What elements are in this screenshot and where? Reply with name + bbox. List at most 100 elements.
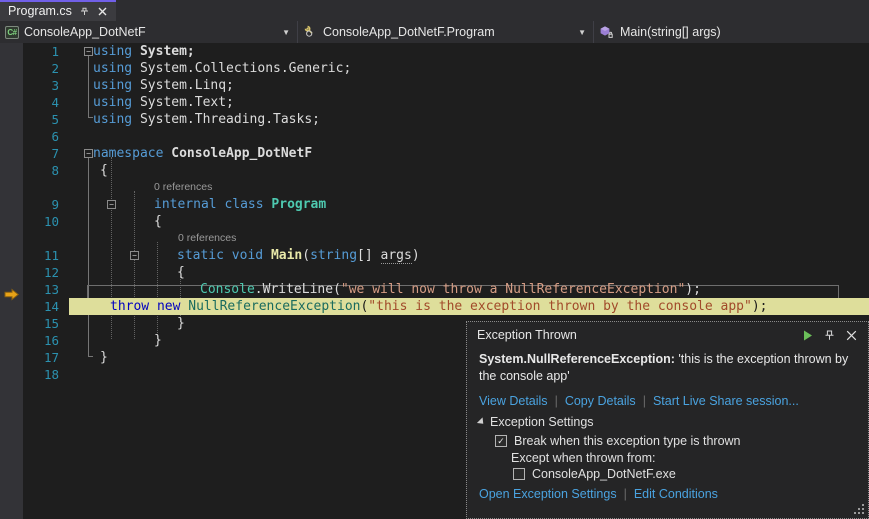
token-method-name: Main (271, 248, 302, 263)
close-icon[interactable] (97, 5, 108, 18)
token-keyword: using (93, 78, 132, 93)
exception-thrown-popup: Exception Thrown System.NullReferenceExc… (466, 321, 869, 519)
line-content: using System.Text; (69, 94, 869, 111)
token-namespace: System.Linq; (140, 78, 234, 93)
project-dropdown[interactable]: C# ConsoleApp_DotNetF ▼ (0, 21, 298, 43)
token-namespace: System.Text; (140, 95, 234, 110)
token-brace: } (100, 350, 108, 365)
code-line: 12 { (23, 264, 869, 281)
token-keyword: string (310, 248, 357, 263)
line-number: 17 (23, 349, 69, 366)
line-number: 16 (23, 332, 69, 349)
module-exclusion-checkbox[interactable] (513, 468, 525, 480)
line-number: 12 (23, 264, 69, 281)
view-details-link[interactable]: View Details (479, 394, 548, 408)
line-content: internal class Program (69, 196, 869, 213)
line-content: using System.Linq; (69, 77, 869, 94)
link-separator: | (548, 394, 565, 408)
token-keyword: class (224, 197, 263, 212)
start-live-share-link[interactable]: Start Live Share session... (653, 394, 799, 408)
token-namespace: System.Threading.Tasks; (140, 112, 320, 127)
module-exclusion-label: ConsoleApp_DotNetF.exe (532, 467, 676, 481)
line-number: 6 (23, 128, 69, 145)
codelens-label[interactable]: 0 references (178, 230, 236, 247)
line-number: 13 (23, 281, 69, 298)
token-keyword: static (177, 248, 224, 263)
line-content: using System; (69, 43, 869, 60)
visual-studio-editor-window: Program.cs C# ConsoleApp_DotNetF ▼ (0, 0, 869, 519)
chevron-down-icon[interactable]: ▼ (578, 21, 586, 43)
navigation-bar: C# ConsoleApp_DotNetF ▼ ConsoleApp_DotNe… (0, 21, 869, 43)
resize-grip-icon[interactable] (854, 504, 865, 515)
exception-type-label: System.NullReferenceException: (479, 352, 675, 366)
token-brace: } (154, 333, 162, 348)
codelens-method-references[interactable]: 0 references (23, 230, 869, 247)
token-namespace: System.Collections.Generic; (140, 61, 351, 76)
code-line: 8 { (23, 162, 869, 179)
copy-details-link[interactable]: Copy Details (565, 394, 636, 408)
token-keyword: throw (110, 299, 149, 314)
token-brace: { (154, 214, 162, 229)
exception-popup-body: System.NullReferenceException: 'this is … (467, 348, 868, 501)
token-keyword: new (157, 299, 180, 314)
line-number: 18 (23, 366, 69, 383)
line-number: 1 (23, 43, 69, 60)
play-continue-icon[interactable] (796, 324, 818, 346)
current-statement-arrow (4, 288, 20, 306)
module-exclusion-row[interactable]: ConsoleApp_DotNetF.exe (479, 466, 858, 482)
member-dropdown[interactable]: Main(string[] args) (594, 21, 869, 43)
code-line: 2 using System.Collections.Generic; (23, 60, 869, 77)
code-line-current-statement: 14 throw new NullReferenceException("thi… (23, 298, 869, 315)
line-content: throw new NullReferenceException("this i… (69, 298, 869, 315)
exception-popup-header: Exception Thrown (467, 322, 868, 348)
editor-tab-strip: Program.cs (0, 0, 869, 21)
line-number: 14 (23, 298, 69, 315)
indicator-margin[interactable] (0, 43, 23, 519)
close-icon[interactable] (840, 324, 862, 346)
token-type: NullReferenceException (188, 299, 360, 314)
exception-action-links: View Details | Copy Details | Start Live… (479, 394, 858, 415)
token-keyword: namespace (93, 146, 163, 161)
exception-settings-label: Exception Settings (490, 415, 594, 429)
project-dropdown-label: ConsoleApp_DotNetF (24, 25, 146, 39)
pin-icon[interactable] (79, 5, 90, 18)
line-content: { (69, 213, 869, 230)
tab-program-cs[interactable]: Program.cs (0, 0, 116, 21)
line-number: 7 (23, 145, 69, 162)
token-punct: ) (412, 248, 420, 263)
link-separator: | (617, 487, 634, 501)
code-line: 10 { (23, 213, 869, 230)
line-content: { (69, 162, 869, 179)
token-brace: { (177, 265, 185, 280)
break-when-thrown-row[interactable]: ✓ Break when this exception type is thro… (479, 433, 858, 449)
code-line: 3 using System.Linq; (23, 77, 869, 94)
token-keyword: using (93, 61, 132, 76)
codelens-class-references[interactable]: 0 references (23, 179, 869, 196)
class-icon (303, 25, 318, 39)
codelens-label[interactable]: 0 references (154, 179, 212, 196)
open-exception-settings-link[interactable]: Open Exception Settings (479, 487, 617, 501)
exception-popup-title: Exception Thrown (477, 328, 796, 342)
link-separator: | (636, 394, 653, 408)
token-namespace-name: ConsoleApp_DotNetF (171, 146, 312, 161)
line-number: 2 (23, 60, 69, 77)
code-line: 1 using System; (23, 43, 869, 60)
line-content: Console.WriteLine("we will now throw a N… (69, 281, 869, 298)
break-when-thrown-checkbox[interactable]: ✓ (495, 435, 507, 447)
token-namespace: System; (140, 44, 195, 59)
type-dropdown[interactable]: ConsoleApp_DotNetF.Program ▼ (298, 21, 594, 43)
exception-settings-expander[interactable]: Exception Settings (479, 415, 858, 433)
line-number: 5 (23, 111, 69, 128)
chevron-down-icon[interactable]: ▼ (282, 21, 290, 43)
token-keyword: using (93, 112, 132, 127)
code-line: 4 using System.Text; (23, 94, 869, 111)
code-line: 11 static void Main(string[] args) (23, 247, 869, 264)
break-when-thrown-label: Break when this exception type is thrown (514, 434, 741, 448)
member-dropdown-label: Main(string[] args) (620, 25, 721, 39)
token-string: "this is the exception thrown by the con… (368, 299, 752, 314)
line-content: using System.Threading.Tasks; (69, 111, 869, 128)
edit-conditions-link[interactable]: Edit Conditions (634, 487, 718, 501)
expander-expanded-icon (477, 417, 486, 426)
pin-icon[interactable] (818, 324, 840, 346)
token-brace: } (177, 316, 185, 331)
